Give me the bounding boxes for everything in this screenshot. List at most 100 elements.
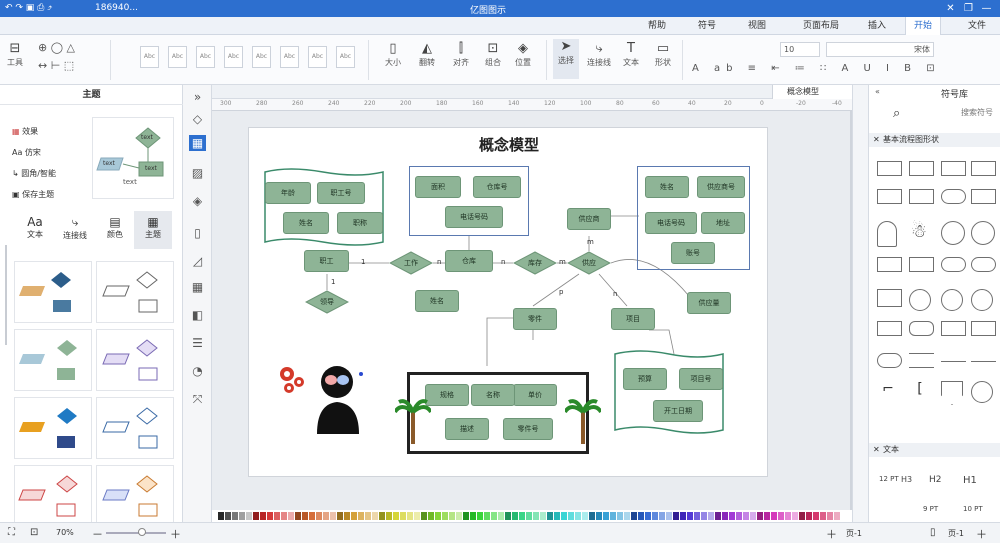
color-swatch[interactable] (442, 512, 448, 520)
symbol-search[interactable]: ⌕ (875, 103, 995, 123)
shape-process[interactable] (941, 161, 966, 176)
shape-terminator[interactable] (971, 257, 996, 272)
zoom-in-icon[interactable]: ＋ (170, 526, 181, 542)
shape-person[interactable] (877, 221, 897, 247)
shape-diamond[interactable] (909, 161, 934, 176)
canvas-scroll-strip[interactable] (852, 85, 868, 526)
section-text[interactable]: 文本 ✕ (869, 443, 1000, 457)
color-swatch[interactable] (554, 512, 560, 520)
theme-card[interactable] (96, 329, 174, 391)
color-palette[interactable] (212, 510, 852, 522)
color-swatch[interactable] (449, 512, 455, 520)
color-swatch[interactable] (379, 512, 385, 520)
image-icon[interactable]: ▨ (189, 165, 206, 181)
attribute[interactable]: 仓库号 (473, 176, 521, 198)
color-swatch[interactable] (246, 512, 252, 520)
shape-connector[interactable] (941, 289, 963, 311)
drawing-page[interactable]: 概念模型 职工 仓库 供应商 零件 项目 供应量 职工号 年龄 职称 姓名 仓库… (248, 127, 768, 477)
shape-manual-input[interactable] (877, 289, 902, 307)
search-icon[interactable]: ⌕ (893, 106, 900, 121)
color-swatch[interactable] (645, 512, 651, 520)
theme-card[interactable] (14, 397, 92, 459)
shape-card[interactable] (909, 257, 934, 272)
position-button[interactable]: ◈ 位置 (510, 41, 536, 68)
relation-stock[interactable]: 库存 (512, 251, 558, 275)
shape-terminator[interactable] (941, 257, 966, 272)
close-section-icon[interactable]: ✕ (873, 133, 880, 147)
color-swatch[interactable] (218, 512, 224, 520)
entity-project[interactable]: 项目 (611, 308, 655, 330)
shape-tape[interactable] (971, 321, 996, 336)
theme-card[interactable] (96, 261, 174, 323)
color-swatch[interactable] (806, 512, 812, 520)
color-swatch[interactable] (708, 512, 714, 520)
attribute[interactable]: 规格 (425, 384, 469, 406)
color-swatch[interactable] (659, 512, 665, 520)
color-swatch[interactable] (603, 512, 609, 520)
color-swatch[interactable] (519, 512, 525, 520)
color-swatch[interactable] (820, 512, 826, 520)
format-icon[interactable]: ☰ (189, 335, 206, 351)
color-swatch[interactable] (477, 512, 483, 520)
close-section-icon[interactable]: ✕ (873, 443, 880, 457)
color-swatch[interactable] (526, 512, 532, 520)
attribute[interactable]: 年龄 (265, 182, 311, 204)
shape-predefined[interactable] (877, 189, 902, 204)
color-swatch[interactable] (673, 512, 679, 520)
color-swatch[interactable] (547, 512, 553, 520)
color-swatch[interactable] (652, 512, 658, 520)
color-swatch[interactable] (757, 512, 763, 520)
color-swatch[interactable] (631, 512, 637, 520)
page-label[interactable]: 页-1 (948, 528, 964, 539)
color-swatch[interactable] (225, 512, 231, 520)
theme-card[interactable] (14, 329, 92, 391)
shape-card[interactable] (877, 257, 902, 272)
color-swatch[interactable] (834, 512, 840, 520)
color-swatch[interactable] (372, 512, 378, 520)
shape-line[interactable] (971, 361, 996, 362)
collapse-icon[interactable]: » (189, 89, 206, 105)
shape-display[interactable] (909, 321, 934, 336)
tab-connector[interactable]: ⤷ 连接线 (54, 211, 96, 249)
color-swatch[interactable] (792, 512, 798, 520)
color-swatch[interactable] (456, 512, 462, 520)
undo-icon[interactable]: ↶ ↷ ▣ ⎙ ⤴ (5, 3, 52, 13)
color-swatch[interactable] (799, 512, 805, 520)
color-swatch[interactable] (729, 512, 735, 520)
shape-bracket[interactable]: [ (909, 381, 931, 403)
color-swatch[interactable] (596, 512, 602, 520)
theme-card[interactable] (96, 397, 174, 459)
color-swatch[interactable] (736, 512, 742, 520)
style-swatch[interactable]: Abc (196, 46, 215, 68)
text-sample[interactable]: 10 PT (963, 505, 983, 513)
table-icon[interactable]: ▦ (189, 279, 206, 295)
color-swatch[interactable] (316, 512, 322, 520)
relation-lead[interactable]: 领导 (304, 290, 350, 314)
tab-theme[interactable]: ▦ 主题 (134, 211, 172, 249)
color-swatch[interactable] (288, 512, 294, 520)
select-button[interactable]: ➤ 选择 (553, 39, 579, 79)
fullscreen-icon[interactable]: ⛶ (8, 527, 15, 538)
attribute[interactable]: 姓名 (283, 212, 329, 234)
attribute[interactable]: 供应商号 (697, 176, 745, 198)
style-swatch[interactable]: Abc (308, 46, 327, 68)
style-swatch[interactable]: Abc (336, 46, 355, 68)
zoom-slider-handle[interactable] (138, 528, 146, 536)
text-sample[interactable]: 9 PT (923, 505, 938, 513)
color-swatch[interactable] (414, 512, 420, 520)
color-swatch[interactable] (666, 512, 672, 520)
color-swatch[interactable] (337, 512, 343, 520)
color-swatch[interactable] (687, 512, 693, 520)
color-swatch[interactable] (470, 512, 476, 520)
group-button[interactable]: ⊡ 组合 (480, 41, 506, 68)
color-swatch[interactable] (393, 512, 399, 520)
color-swatch[interactable] (274, 512, 280, 520)
attribute[interactable]: 电话号码 (445, 206, 503, 228)
text-sample[interactable]: H1 (963, 475, 977, 486)
minimize-icon[interactable]: — (980, 2, 993, 15)
color-swatch[interactable] (743, 512, 749, 520)
style-swatch[interactable]: Abc (252, 46, 271, 68)
shape-line[interactable] (941, 361, 966, 362)
color-swatch[interactable] (568, 512, 574, 520)
font-size-select[interactable]: 10 (780, 42, 820, 57)
